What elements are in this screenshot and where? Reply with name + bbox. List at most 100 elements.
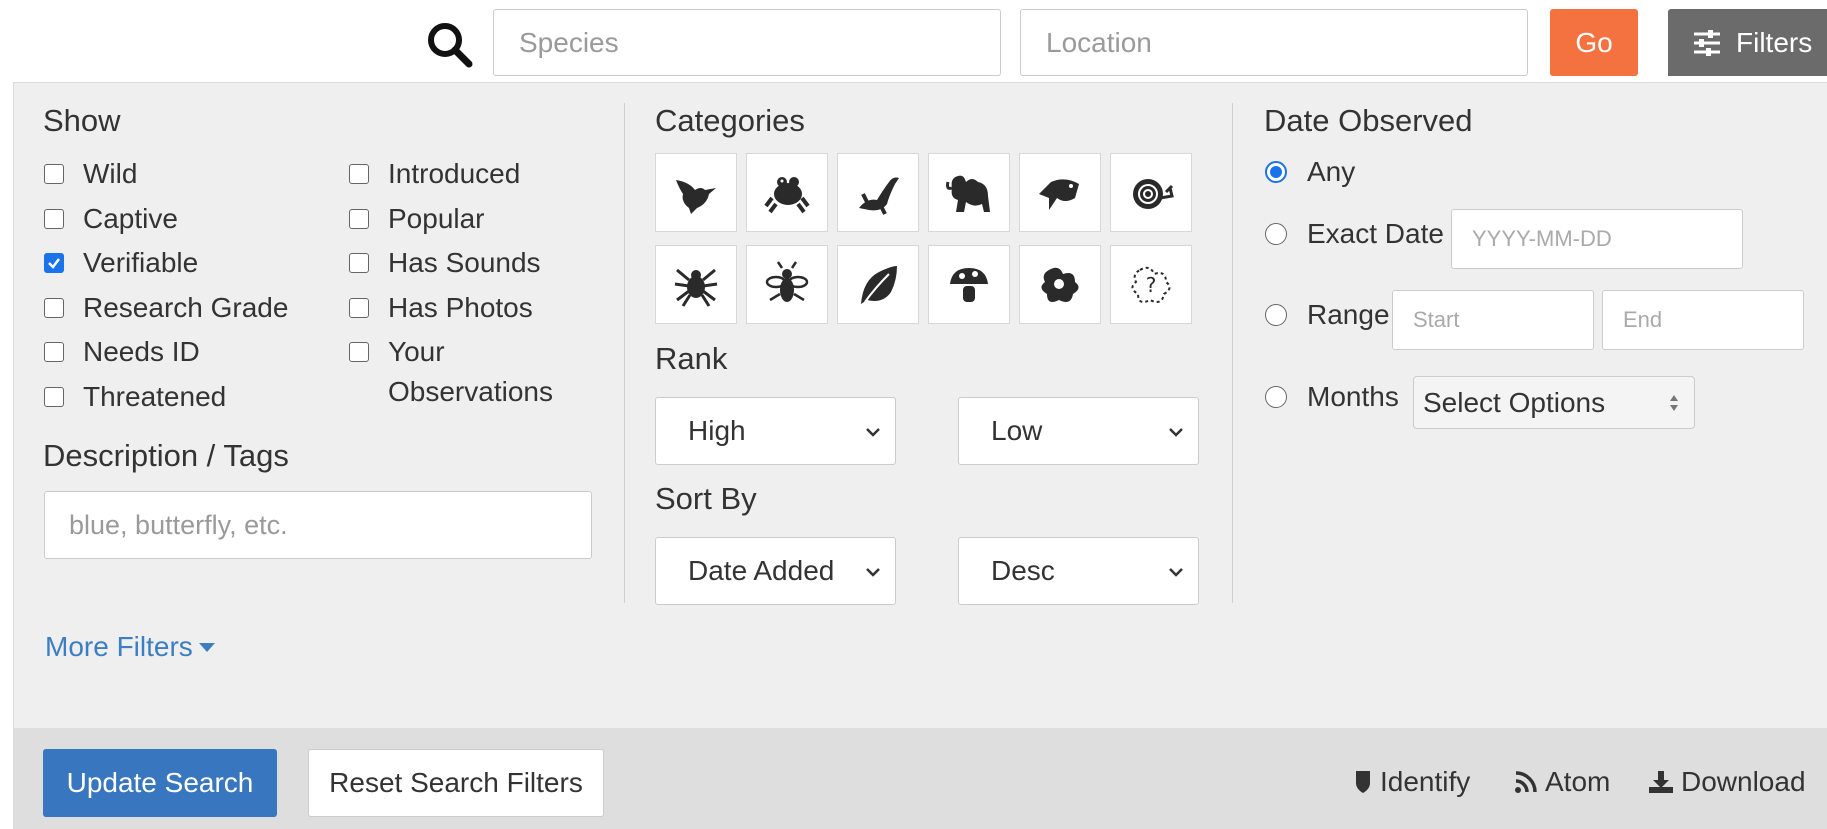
checkbox-label: Observations	[388, 376, 553, 407]
has-sounds-checkbox[interactable]: Has Sounds	[349, 247, 541, 279]
your-observations-checkbox[interactable]: Your	[349, 336, 445, 368]
date-range-option[interactable]: Range	[1265, 299, 1390, 331]
months-select[interactable]: Select Options	[1413, 376, 1695, 429]
checkbox-label: Has Photos	[388, 292, 533, 323]
insect-icon[interactable]	[746, 245, 828, 324]
popular-checkbox[interactable]: Popular	[349, 203, 485, 235]
filter-footer: Update Search Reset Search Filters Ident…	[13, 728, 1827, 829]
threatened-checkbox[interactable]: Threatened	[44, 381, 226, 413]
update-search-button[interactable]: Update Search	[43, 749, 277, 817]
your-observations-label-line2: Observations	[388, 376, 553, 408]
species-input[interactable]	[493, 9, 1001, 76]
verifiable-checkbox[interactable]: Verifiable	[44, 247, 198, 279]
rank-high-select[interactable]: High	[655, 397, 896, 465]
rss-icon	[1515, 771, 1537, 793]
description-heading: Description / Tags	[43, 438, 289, 473]
sort-order-value: Desc	[991, 555, 1055, 586]
radio-button[interactable]	[1265, 161, 1287, 183]
rank-heading: Rank	[655, 341, 728, 376]
radio-label: Exact Date	[1307, 218, 1444, 249]
sort-field-select[interactable]: Date Added	[655, 537, 896, 605]
reset-search-filters-button[interactable]: Reset Search Filters	[308, 749, 604, 817]
checkbox-label: Your	[388, 336, 445, 367]
sliders-icon	[1694, 29, 1720, 56]
captive-checkbox[interactable]: Captive	[44, 203, 178, 235]
chevron-down-icon	[866, 428, 880, 437]
bird-icon[interactable]	[655, 153, 737, 232]
fish-icon[interactable]	[1019, 153, 1101, 232]
unknown-icon[interactable]: ?	[1110, 245, 1192, 324]
chevron-down-icon	[1169, 428, 1183, 437]
check-icon	[48, 258, 60, 269]
amphibian-icon[interactable]	[746, 153, 828, 232]
reptile-icon[interactable]	[837, 153, 919, 232]
plant-icon[interactable]	[837, 245, 919, 324]
checkbox-box[interactable]	[44, 387, 64, 407]
mammal-icon[interactable]	[928, 153, 1010, 232]
mollusk-icon[interactable]	[1110, 153, 1192, 232]
checkbox-label: Captive	[83, 203, 178, 234]
needs-id-checkbox[interactable]: Needs ID	[44, 336, 200, 368]
atom-label: Atom	[1545, 766, 1611, 797]
download-label: Download	[1681, 766, 1806, 797]
date-exact-option[interactable]: Exact Date	[1265, 218, 1444, 250]
checkbox-box[interactable]	[44, 298, 64, 318]
checkbox-box[interactable]	[44, 253, 64, 273]
range-end-input[interactable]	[1602, 290, 1804, 350]
checkbox-box[interactable]	[44, 164, 64, 184]
date-months-option[interactable]: Months	[1265, 381, 1399, 413]
svg-text:?: ?	[1146, 273, 1157, 297]
fungi-icon[interactable]	[928, 245, 1010, 324]
spider-icon[interactable]	[655, 245, 737, 324]
checkbox-label: Needs ID	[83, 336, 200, 367]
radio-button[interactable]	[1265, 386, 1287, 408]
radio-label: Any	[1307, 156, 1356, 187]
more-filters-link[interactable]: More Filters	[45, 631, 217, 663]
download-link[interactable]: Download	[1647, 766, 1806, 798]
identify-link[interactable]: Identify	[1352, 766, 1470, 798]
filters-button[interactable]: Filters	[1668, 9, 1827, 76]
rank-low-value: Low	[991, 415, 1043, 446]
radio-button[interactable]	[1265, 223, 1287, 245]
description-tags-input[interactable]	[44, 491, 592, 559]
checkbox-label: Threatened	[83, 381, 227, 412]
rank-low-select[interactable]: Low	[958, 397, 1199, 465]
checkbox-box[interactable]	[349, 253, 369, 273]
range-start-input[interactable]	[1392, 290, 1594, 350]
research-grade-checkbox[interactable]: Research Grade	[44, 292, 288, 324]
radio-button[interactable]	[1265, 304, 1287, 326]
radio-label: Range	[1307, 299, 1390, 330]
search-icon	[425, 20, 475, 70]
filters-label: Filters	[1736, 26, 1813, 58]
location-input[interactable]	[1020, 9, 1528, 76]
checkbox-label: Introduced	[388, 158, 521, 189]
exact-date-input[interactable]	[1451, 209, 1743, 269]
checkbox-box[interactable]	[349, 209, 369, 229]
months-select-value: Select Options	[1423, 386, 1606, 418]
wild-checkbox[interactable]: Wild	[44, 158, 137, 190]
checkbox-box[interactable]	[349, 298, 369, 318]
checkbox-box[interactable]	[44, 209, 64, 229]
categories-heading: Categories	[655, 103, 805, 138]
updown-arrows-icon	[1670, 395, 1678, 411]
shield-icon	[1356, 771, 1370, 793]
protozoa-icon[interactable]	[1019, 245, 1101, 324]
checkbox-label: Popular	[388, 203, 485, 234]
checkbox-box[interactable]	[349, 342, 369, 362]
introduced-checkbox[interactable]: Introduced	[349, 158, 520, 190]
checkbox-label: Wild	[83, 158, 138, 189]
has-photos-checkbox[interactable]: Has Photos	[349, 292, 533, 324]
date-any-option[interactable]: Any	[1265, 156, 1355, 188]
checkbox-label: Verifiable	[83, 247, 199, 278]
column-divider	[1232, 103, 1233, 603]
date-observed-heading: Date Observed	[1264, 103, 1473, 138]
checkbox-box[interactable]	[349, 164, 369, 184]
checkbox-label: Has Sounds	[388, 247, 541, 278]
column-divider	[624, 103, 625, 603]
checkbox-box[interactable]	[44, 342, 64, 362]
rank-high-value: High	[688, 415, 746, 446]
atom-link[interactable]: Atom	[1513, 766, 1610, 798]
sort-by-heading: Sort By	[655, 481, 757, 516]
sort-order-select[interactable]: Desc	[958, 537, 1199, 605]
go-button[interactable]: Go	[1550, 9, 1638, 76]
